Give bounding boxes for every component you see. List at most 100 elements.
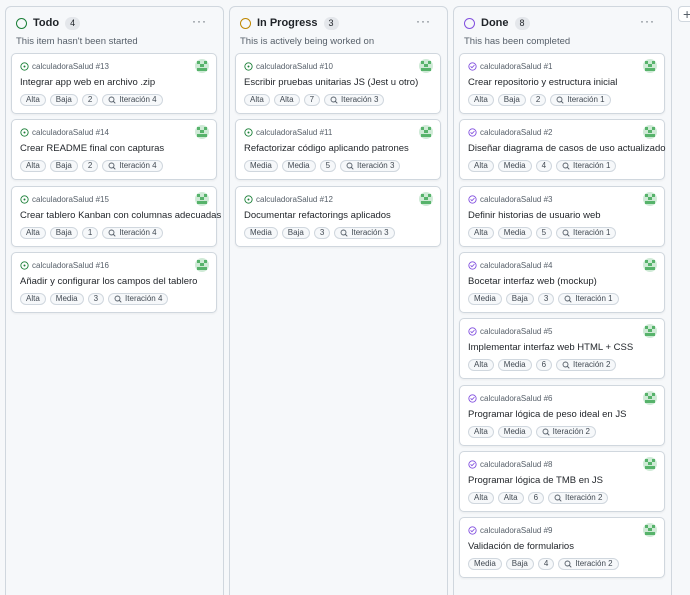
iteration-pill[interactable]: Iteración 2 <box>535 425 596 438</box>
avatar[interactable] <box>643 523 657 538</box>
issue-reference[interactable]: calculadoraSalud #4 <box>468 260 553 271</box>
label-pill[interactable]: 3 <box>537 292 555 305</box>
avatar[interactable] <box>643 456 657 471</box>
label-pill[interactable]: 2 <box>81 94 99 106</box>
avatar[interactable] <box>643 390 657 405</box>
iteration-pill[interactable]: Iteración 1 <box>556 226 617 239</box>
label-pill[interactable]: Baja <box>505 558 534 571</box>
avatar[interactable] <box>643 59 657 73</box>
iteration-pill[interactable]: Iteración 1 <box>556 160 617 173</box>
issue-reference[interactable]: calculadoraSalud #3 <box>468 194 553 205</box>
issue-card[interactable]: calculadoraSalud #14 Crear README final … <box>11 119 217 181</box>
label-pill[interactable]: Media <box>497 425 532 438</box>
issue-card[interactable]: calculadoraSalud #5 Implementar interfaz… <box>459 318 665 380</box>
issue-title[interactable]: Integrar app web en archivo .zip <box>20 77 155 88</box>
label-pill[interactable]: Alta <box>20 292 46 305</box>
label-pill[interactable]: 2 <box>529 94 547 106</box>
label-pill[interactable]: 6 <box>527 491 545 504</box>
label-pill[interactable]: 2 <box>81 160 99 173</box>
issue-reference[interactable]: calculadoraSalud #5 <box>468 326 553 337</box>
column-menu-icon[interactable]: ··· <box>416 15 431 27</box>
iteration-pill[interactable]: Iteración 4 <box>102 160 163 173</box>
issue-card[interactable]: calculadoraSalud #11 Refactorizar código… <box>235 119 441 181</box>
issue-card[interactable]: calculadoraSalud #2 Diseñar diagrama de … <box>459 119 666 181</box>
label-pill[interactable]: Baja <box>49 94 78 106</box>
avatar[interactable] <box>643 324 657 339</box>
label-pill[interactable]: Alta <box>20 160 46 173</box>
issue-reference[interactable]: calculadoraSalud #15 <box>20 194 109 205</box>
issue-card[interactable]: calculadoraSalud #15 Crear tablero Kanba… <box>11 185 221 247</box>
issue-title[interactable]: Programar lógica de TMB en JS <box>468 475 603 486</box>
label-pill[interactable]: 6 <box>535 359 553 372</box>
avatar[interactable] <box>195 191 209 206</box>
iteration-pill[interactable]: Iteración 4 <box>102 94 163 106</box>
label-pill[interactable]: Media <box>281 160 316 173</box>
issue-title[interactable]: Escribir pruebas unitarias JS (Jest u ot… <box>244 77 418 88</box>
issue-title[interactable]: Crear repositorio y estructura inicial <box>468 77 617 88</box>
issue-card[interactable]: calculadoraSalud #10 Escribir pruebas un… <box>235 53 441 114</box>
issue-card[interactable]: calculadoraSalud #13 Integrar app web en… <box>11 53 217 114</box>
add-column-button[interactable]: + <box>678 6 690 22</box>
issue-card[interactable]: calculadoraSalud #4 Bocetar interfaz web… <box>459 251 665 313</box>
label-pill[interactable]: Baja <box>505 292 534 305</box>
issue-title[interactable]: Añadir y configurar los campos del table… <box>20 276 197 287</box>
label-pill[interactable]: Alta <box>468 226 494 239</box>
avatar[interactable] <box>419 191 433 206</box>
issue-title[interactable]: Documentar refactorings aplicados <box>244 210 391 221</box>
label-pill[interactable]: 3 <box>313 226 331 239</box>
label-pill[interactable]: Baja <box>497 94 526 106</box>
issue-card[interactable]: calculadoraSalud #6 Programar lógica de … <box>459 384 665 446</box>
iteration-pill[interactable]: Iteración 2 <box>558 558 619 571</box>
label-pill[interactable]: 4 <box>535 160 553 173</box>
issue-reference[interactable]: calculadoraSalud #14 <box>20 127 109 138</box>
label-pill[interactable]: Alta <box>468 359 494 372</box>
issue-reference[interactable]: calculadoraSalud #13 <box>20 61 109 72</box>
label-pill[interactable]: Baja <box>49 160 78 173</box>
issue-card[interactable]: calculadoraSalud #8 Programar lógica de … <box>459 450 665 512</box>
issue-title[interactable]: Bocetar interfaz web (mockup) <box>468 276 597 287</box>
avatar[interactable] <box>643 257 657 272</box>
label-pill[interactable]: Media <box>244 160 278 173</box>
issue-card[interactable]: calculadoraSalud #1 Crear repositorio y … <box>459 53 665 114</box>
issue-reference[interactable]: calculadoraSalud #9 <box>468 525 553 536</box>
avatar[interactable] <box>195 125 209 140</box>
label-pill[interactable]: Baja <box>281 226 310 239</box>
label-pill[interactable]: Alta <box>468 425 494 438</box>
column-menu-icon[interactable]: ··· <box>192 15 207 27</box>
label-pill[interactable]: Alta <box>468 94 494 106</box>
issue-title[interactable]: Diseñar diagrama de casos de uso actuali… <box>468 143 666 154</box>
label-pill[interactable]: 5 <box>535 226 553 239</box>
label-pill[interactable]: 1 <box>81 226 99 239</box>
label-pill[interactable]: Media <box>244 226 278 239</box>
label-pill[interactable]: Alta <box>273 94 300 106</box>
avatar[interactable] <box>195 59 209 73</box>
issue-reference[interactable]: calculadoraSalud #6 <box>468 393 553 404</box>
issue-title[interactable]: Validación de formularios <box>468 541 574 552</box>
iteration-pill[interactable]: Iteración 2 <box>556 359 617 372</box>
label-pill[interactable]: Media <box>468 558 502 571</box>
issue-card[interactable]: calculadoraSalud #3 Definir historias de… <box>459 185 665 247</box>
label-pill[interactable]: Alta <box>468 160 494 173</box>
issue-card[interactable]: calculadoraSalud #12 Documentar refactor… <box>235 185 441 247</box>
label-pill[interactable]: Media <box>468 292 502 305</box>
iteration-pill[interactable]: Iteración 3 <box>334 226 395 239</box>
avatar[interactable] <box>195 257 209 272</box>
issue-reference[interactable]: calculadoraSalud #8 <box>468 459 553 470</box>
label-pill[interactable]: Alta <box>20 226 46 239</box>
issue-reference[interactable]: calculadoraSalud #1 <box>468 61 553 72</box>
label-pill[interactable]: Media <box>497 359 532 372</box>
issue-reference[interactable]: calculadoraSalud #16 <box>20 260 109 271</box>
label-pill[interactable]: Baja <box>49 226 78 239</box>
label-pill[interactable]: 7 <box>303 94 321 106</box>
iteration-pill[interactable]: Iteración 3 <box>324 94 385 106</box>
iteration-pill[interactable]: Iteración 4 <box>102 226 163 239</box>
iteration-pill[interactable]: Iteración 1 <box>550 94 611 106</box>
issue-title[interactable]: Definir historias de usuario web <box>468 210 601 221</box>
label-pill[interactable]: 4 <box>537 558 555 571</box>
label-pill[interactable]: Alta <box>20 94 46 106</box>
avatar[interactable] <box>419 59 433 73</box>
issue-reference[interactable]: calculadoraSalud #10 <box>244 61 333 72</box>
issue-card[interactable]: calculadoraSalud #9 Validación de formul… <box>459 517 665 579</box>
issue-reference[interactable]: calculadoraSalud #2 <box>468 127 553 138</box>
iteration-pill[interactable]: Iteración 2 <box>548 491 609 504</box>
